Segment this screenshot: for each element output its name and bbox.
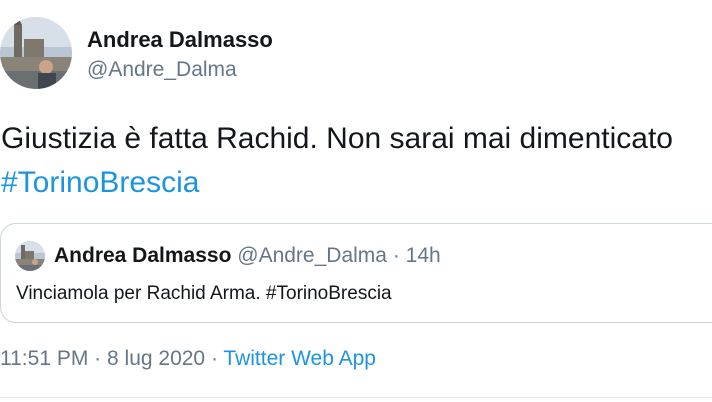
author-display-name[interactable]: Andrea Dalmasso [87, 27, 273, 53]
tweet-footer: 11:51 PM · 8 lug 2020 · Twitter Web App [0, 347, 376, 371]
quoted-author-avatar [15, 241, 45, 271]
quoted-tweet-card[interactable]: Andrea Dalmasso @Andre_Dalma · 14h Vinci… [0, 223, 712, 323]
quoted-tweet-header: Andrea Dalmasso @Andre_Dalma · 14h [54, 244, 441, 268]
footer-separator: · [94, 347, 102, 370]
quoted-tweet-text: Vinciamola per Rachid Arma. #TorinoBresc… [16, 283, 392, 304]
author-handle[interactable]: @Andre_Dalma [87, 58, 237, 82]
tweet-text: Giustizia è fatta Rachid. Non sarai mai … [1, 117, 673, 205]
quoted-separator: · [392, 244, 400, 267]
tweet-time[interactable]: 11:51 PM [0, 347, 88, 370]
tweet-hashtag-link[interactable]: #TorinoBrescia [1, 161, 673, 205]
quoted-author-name[interactable]: Andrea Dalmasso [54, 244, 231, 267]
tweet-date[interactable]: 8 lug 2020 [107, 347, 205, 370]
quoted-tweet-age[interactable]: 14h [406, 244, 441, 267]
tweet-source-app[interactable]: Twitter Web App [223, 347, 376, 370]
divider [0, 397, 712, 398]
footer-separator-2: · [210, 347, 218, 370]
quoted-author-handle[interactable]: @Andre_Dalma [237, 244, 387, 267]
author-avatar[interactable] [0, 17, 72, 89]
tweet-body: Giustizia è fatta Rachid. Non sarai mai … [1, 122, 673, 155]
